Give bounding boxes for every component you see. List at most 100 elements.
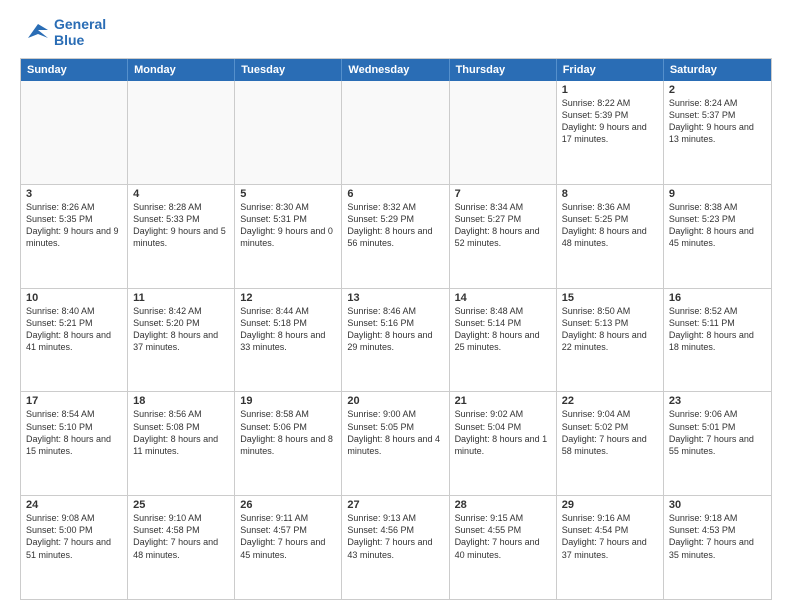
day-info: Sunrise: 9:10 AM Sunset: 4:58 PM Dayligh… (133, 512, 229, 561)
day-cell-6: 6Sunrise: 8:32 AM Sunset: 5:29 PM Daylig… (342, 185, 449, 288)
day-cell-10: 10Sunrise: 8:40 AM Sunset: 5:21 PM Dayli… (21, 289, 128, 392)
day-cell-25: 25Sunrise: 9:10 AM Sunset: 4:58 PM Dayli… (128, 496, 235, 599)
header: General Blue (20, 16, 772, 48)
day-info: Sunrise: 8:22 AM Sunset: 5:39 PM Dayligh… (562, 97, 658, 146)
day-info: Sunrise: 9:06 AM Sunset: 5:01 PM Dayligh… (669, 408, 766, 457)
day-cell-16: 16Sunrise: 8:52 AM Sunset: 5:11 PM Dayli… (664, 289, 771, 392)
day-cell-15: 15Sunrise: 8:50 AM Sunset: 5:13 PM Dayli… (557, 289, 664, 392)
day-info: Sunrise: 8:44 AM Sunset: 5:18 PM Dayligh… (240, 305, 336, 354)
day-number: 13 (347, 292, 443, 304)
day-number: 10 (26, 292, 122, 304)
day-cell-13: 13Sunrise: 8:46 AM Sunset: 5:16 PM Dayli… (342, 289, 449, 392)
header-day-thursday: Thursday (450, 59, 557, 81)
day-cell-22: 22Sunrise: 9:04 AM Sunset: 5:02 PM Dayli… (557, 392, 664, 495)
day-info: Sunrise: 9:00 AM Sunset: 5:05 PM Dayligh… (347, 408, 443, 457)
empty-cell (450, 81, 557, 184)
day-number: 7 (455, 188, 551, 200)
calendar-row-3: 10Sunrise: 8:40 AM Sunset: 5:21 PM Dayli… (21, 289, 771, 393)
day-info: Sunrise: 9:18 AM Sunset: 4:53 PM Dayligh… (669, 512, 766, 561)
day-number: 26 (240, 499, 336, 511)
header-day-monday: Monday (128, 59, 235, 81)
day-cell-27: 27Sunrise: 9:13 AM Sunset: 4:56 PM Dayli… (342, 496, 449, 599)
day-cell-2: 2Sunrise: 8:24 AM Sunset: 5:37 PM Daylig… (664, 81, 771, 184)
day-number: 29 (562, 499, 658, 511)
day-cell-18: 18Sunrise: 8:56 AM Sunset: 5:08 PM Dayli… (128, 392, 235, 495)
day-number: 22 (562, 395, 658, 407)
day-cell-26: 26Sunrise: 9:11 AM Sunset: 4:57 PM Dayli… (235, 496, 342, 599)
day-cell-20: 20Sunrise: 9:00 AM Sunset: 5:05 PM Dayli… (342, 392, 449, 495)
day-cell-3: 3Sunrise: 8:26 AM Sunset: 5:35 PM Daylig… (21, 185, 128, 288)
calendar: SundayMondayTuesdayWednesdayThursdayFrid… (20, 58, 772, 600)
day-number: 15 (562, 292, 658, 304)
empty-cell (128, 81, 235, 184)
day-info: Sunrise: 8:52 AM Sunset: 5:11 PM Dayligh… (669, 305, 766, 354)
day-number: 30 (669, 499, 766, 511)
day-cell-7: 7Sunrise: 8:34 AM Sunset: 5:27 PM Daylig… (450, 185, 557, 288)
calendar-row-1: 1Sunrise: 8:22 AM Sunset: 5:39 PM Daylig… (21, 81, 771, 185)
day-info: Sunrise: 8:36 AM Sunset: 5:25 PM Dayligh… (562, 201, 658, 250)
day-info: Sunrise: 8:42 AM Sunset: 5:20 PM Dayligh… (133, 305, 229, 354)
day-cell-21: 21Sunrise: 9:02 AM Sunset: 5:04 PM Dayli… (450, 392, 557, 495)
header-day-friday: Friday (557, 59, 664, 81)
day-number: 2 (669, 84, 766, 96)
day-cell-28: 28Sunrise: 9:15 AM Sunset: 4:55 PM Dayli… (450, 496, 557, 599)
day-info: Sunrise: 8:58 AM Sunset: 5:06 PM Dayligh… (240, 408, 336, 457)
day-cell-1: 1Sunrise: 8:22 AM Sunset: 5:39 PM Daylig… (557, 81, 664, 184)
day-number: 28 (455, 499, 551, 511)
day-cell-11: 11Sunrise: 8:42 AM Sunset: 5:20 PM Dayli… (128, 289, 235, 392)
day-number: 8 (562, 188, 658, 200)
day-cell-9: 9Sunrise: 8:38 AM Sunset: 5:23 PM Daylig… (664, 185, 771, 288)
day-info: Sunrise: 8:54 AM Sunset: 5:10 PM Dayligh… (26, 408, 122, 457)
logo: General Blue (20, 16, 106, 48)
day-number: 14 (455, 292, 551, 304)
header-day-wednesday: Wednesday (342, 59, 449, 81)
logo-text: General Blue (54, 16, 106, 48)
day-info: Sunrise: 8:56 AM Sunset: 5:08 PM Dayligh… (133, 408, 229, 457)
day-number: 16 (669, 292, 766, 304)
day-cell-12: 12Sunrise: 8:44 AM Sunset: 5:18 PM Dayli… (235, 289, 342, 392)
day-info: Sunrise: 9:02 AM Sunset: 5:04 PM Dayligh… (455, 408, 551, 457)
day-info: Sunrise: 9:16 AM Sunset: 4:54 PM Dayligh… (562, 512, 658, 561)
day-cell-5: 5Sunrise: 8:30 AM Sunset: 5:31 PM Daylig… (235, 185, 342, 288)
day-number: 20 (347, 395, 443, 407)
calendar-row-2: 3Sunrise: 8:26 AM Sunset: 5:35 PM Daylig… (21, 185, 771, 289)
day-info: Sunrise: 8:34 AM Sunset: 5:27 PM Dayligh… (455, 201, 551, 250)
day-number: 23 (669, 395, 766, 407)
day-number: 11 (133, 292, 229, 304)
day-info: Sunrise: 8:26 AM Sunset: 5:35 PM Dayligh… (26, 201, 122, 250)
day-cell-29: 29Sunrise: 9:16 AM Sunset: 4:54 PM Dayli… (557, 496, 664, 599)
day-cell-30: 30Sunrise: 9:18 AM Sunset: 4:53 PM Dayli… (664, 496, 771, 599)
day-info: Sunrise: 8:38 AM Sunset: 5:23 PM Dayligh… (669, 201, 766, 250)
day-number: 21 (455, 395, 551, 407)
calendar-header: SundayMondayTuesdayWednesdayThursdayFrid… (21, 59, 771, 81)
day-cell-17: 17Sunrise: 8:54 AM Sunset: 5:10 PM Dayli… (21, 392, 128, 495)
logo-icon (20, 20, 50, 44)
day-info: Sunrise: 9:11 AM Sunset: 4:57 PM Dayligh… (240, 512, 336, 561)
day-cell-14: 14Sunrise: 8:48 AM Sunset: 5:14 PM Dayli… (450, 289, 557, 392)
day-number: 18 (133, 395, 229, 407)
day-cell-24: 24Sunrise: 9:08 AM Sunset: 5:00 PM Dayli… (21, 496, 128, 599)
day-info: Sunrise: 8:50 AM Sunset: 5:13 PM Dayligh… (562, 305, 658, 354)
day-number: 27 (347, 499, 443, 511)
day-info: Sunrise: 8:28 AM Sunset: 5:33 PM Dayligh… (133, 201, 229, 250)
day-cell-19: 19Sunrise: 8:58 AM Sunset: 5:06 PM Dayli… (235, 392, 342, 495)
calendar-body: 1Sunrise: 8:22 AM Sunset: 5:39 PM Daylig… (21, 81, 771, 599)
day-info: Sunrise: 8:30 AM Sunset: 5:31 PM Dayligh… (240, 201, 336, 250)
day-number: 9 (669, 188, 766, 200)
day-cell-8: 8Sunrise: 8:36 AM Sunset: 5:25 PM Daylig… (557, 185, 664, 288)
day-number: 6 (347, 188, 443, 200)
page: General Blue SundayMondayTuesdayWednesda… (0, 0, 792, 612)
day-info: Sunrise: 9:08 AM Sunset: 5:00 PM Dayligh… (26, 512, 122, 561)
day-info: Sunrise: 9:15 AM Sunset: 4:55 PM Dayligh… (455, 512, 551, 561)
empty-cell (342, 81, 449, 184)
header-day-sunday: Sunday (21, 59, 128, 81)
header-day-saturday: Saturday (664, 59, 771, 81)
day-info: Sunrise: 9:04 AM Sunset: 5:02 PM Dayligh… (562, 408, 658, 457)
day-number: 24 (26, 499, 122, 511)
day-number: 19 (240, 395, 336, 407)
day-info: Sunrise: 8:40 AM Sunset: 5:21 PM Dayligh… (26, 305, 122, 354)
day-number: 3 (26, 188, 122, 200)
day-number: 12 (240, 292, 336, 304)
empty-cell (235, 81, 342, 184)
empty-cell (21, 81, 128, 184)
